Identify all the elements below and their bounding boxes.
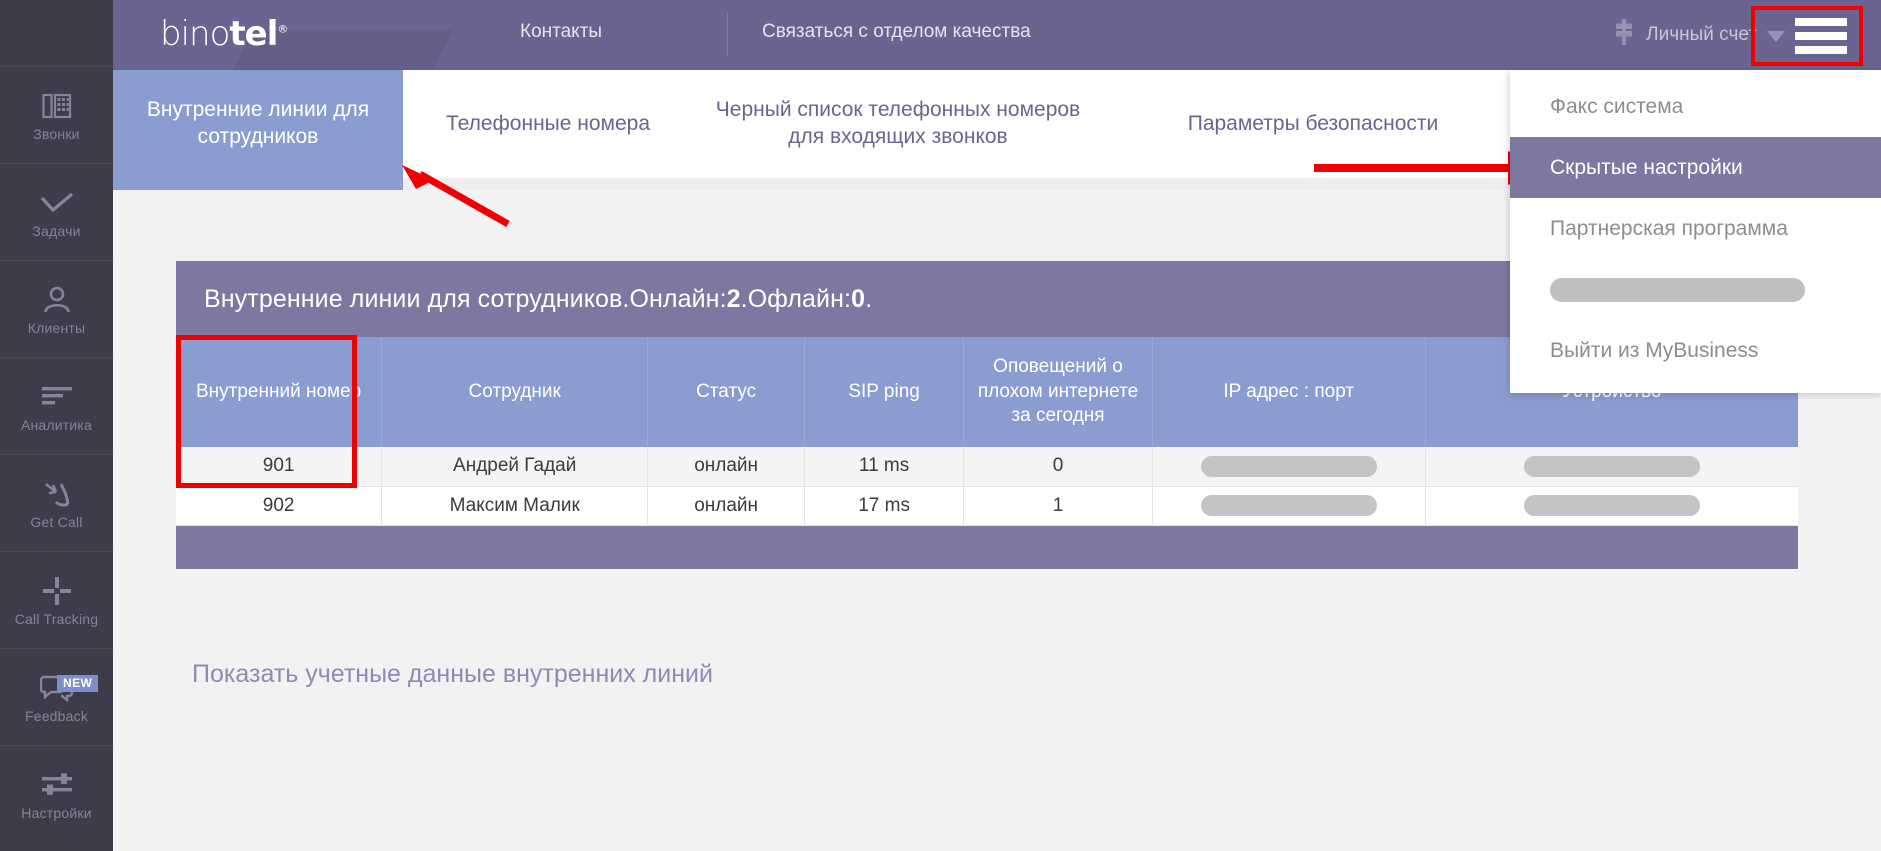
sliders-icon bbox=[41, 768, 73, 802]
personal-account-button[interactable]: Личный счет bbox=[1613, 19, 1757, 50]
crosshair-icon bbox=[42, 574, 72, 608]
panel-footer-bar bbox=[176, 525, 1798, 569]
sidebar-item-label: Задачи bbox=[32, 223, 81, 239]
app-root: Звонки Задачи Клиенты Аналитика Get Call… bbox=[0, 0, 1881, 851]
header-divider bbox=[727, 13, 728, 55]
cell-device bbox=[1425, 447, 1798, 487]
personal-account-label: Личный счет bbox=[1646, 23, 1757, 45]
tab-internal-lines[interactable]: Внутренние линии для сотрудников bbox=[113, 70, 403, 178]
cell-employee: Андрей Гадай bbox=[381, 447, 649, 487]
redacted-pill bbox=[1200, 455, 1377, 477]
dollar-icon bbox=[1613, 19, 1635, 50]
cell-device bbox=[1425, 486, 1798, 526]
offline-count: 0 bbox=[851, 284, 866, 313]
sidebar-item-tasks[interactable]: Задачи bbox=[0, 163, 113, 260]
cell-sip-ping: 17 ms bbox=[804, 486, 965, 526]
sidebar-item-calls[interactable]: Звонки bbox=[0, 66, 113, 163]
header-link-quality[interactable]: Связаться с отделом качества bbox=[762, 21, 1031, 43]
sidebar: Звонки Задачи Клиенты Аналитика Get Call… bbox=[0, 0, 113, 851]
sidebar-item-analytics[interactable]: Аналитика bbox=[0, 357, 113, 454]
sidebar-item-label: Get Call bbox=[30, 514, 83, 530]
dropdown-item-hidden-settings[interactable]: Скрытые настройки bbox=[1510, 137, 1881, 198]
cell-ip-port bbox=[1152, 447, 1426, 487]
sidebar-item-label: Настройки bbox=[21, 805, 92, 821]
sidebar-item-get-call[interactable]: Get Call bbox=[0, 454, 113, 551]
redacted-pill bbox=[1200, 494, 1377, 516]
table-row[interactable]: 901 Андрей Гадай онлайн 11 ms 0 bbox=[176, 447, 1798, 487]
cell-status: онлайн bbox=[647, 486, 806, 526]
sidebar-top-spacer bbox=[0, 0, 113, 66]
online-dot: . bbox=[740, 284, 748, 313]
header-dropdown-menu[interactable]: Факс система Скрытые настройки Партнерск… bbox=[1510, 70, 1881, 393]
sidebar-item-label: Call Tracking bbox=[14, 611, 99, 627]
column-header-ip-port[interactable]: IP адрес : порт bbox=[1152, 337, 1426, 447]
sidebar-item-label: Feedback bbox=[24, 708, 89, 724]
top-header: binotel® Контакты Связаться с отделом ка… bbox=[113, 0, 1881, 70]
hamburger-menu-icon bbox=[1795, 18, 1847, 54]
header-link-contacts[interactable]: Контакты bbox=[520, 21, 602, 43]
cell-ip-port bbox=[1152, 486, 1426, 526]
incoming-call-icon bbox=[42, 477, 72, 511]
cell-alerts: 1 bbox=[963, 486, 1153, 526]
cell-extension: 901 bbox=[176, 447, 383, 487]
cell-extension: 902 bbox=[176, 486, 383, 526]
sidebar-item-label: Клиенты bbox=[27, 320, 86, 336]
offline-dot: . bbox=[865, 284, 873, 313]
redacted-pill bbox=[1550, 277, 1805, 302]
dropdown-item-fax[interactable]: Факс система bbox=[1510, 76, 1881, 137]
phone-keypad-icon bbox=[41, 89, 72, 123]
cell-status: онлайн bbox=[647, 447, 806, 487]
column-header-status[interactable]: Статус bbox=[647, 337, 806, 447]
column-header-employee[interactable]: Сотрудник bbox=[381, 337, 649, 447]
sidebar-item-label: Звонки bbox=[33, 126, 80, 142]
offline-label: Офлайн: bbox=[747, 284, 852, 313]
column-header-alerts[interactable]: Оповещений о плохом интернете за сегодня bbox=[963, 337, 1153, 447]
check-icon bbox=[40, 186, 74, 220]
tab-active-indicator bbox=[113, 178, 403, 190]
person-icon bbox=[43, 283, 71, 317]
sidebar-item-clients[interactable]: Клиенты bbox=[0, 260, 113, 357]
dropdown-item-logout[interactable]: Выйти из MyBusiness bbox=[1510, 320, 1881, 381]
dropdown-item-redacted[interactable] bbox=[1510, 259, 1881, 320]
hamburger-menu-button[interactable] bbox=[1751, 6, 1863, 66]
sidebar-item-settings[interactable]: Настройки bbox=[0, 745, 113, 842]
sidebar-item-feedback[interactable]: NEW Feedback bbox=[0, 648, 113, 745]
tab-security-params[interactable]: Параметры безопасности bbox=[1113, 70, 1513, 178]
new-badge: NEW bbox=[57, 675, 99, 692]
tab-phone-numbers[interactable]: Телефонные номера bbox=[403, 70, 693, 178]
column-header-sip-ping[interactable]: SIP ping bbox=[804, 337, 965, 447]
sidebar-item-label: Аналитика bbox=[20, 417, 93, 433]
dropdown-item-partner-program[interactable]: Партнерская программа bbox=[1510, 198, 1881, 259]
cell-alerts: 0 bbox=[963, 447, 1153, 487]
table-row[interactable]: 902 Максим Малик онлайн 17 ms 1 bbox=[176, 486, 1798, 526]
redacted-pill bbox=[1523, 494, 1700, 516]
tab-blacklist[interactable]: Черный список телефонных номеров для вхо… bbox=[693, 70, 1103, 178]
caret-down-icon bbox=[1767, 30, 1785, 42]
show-credentials-link[interactable]: Показать учетные данные внутренних линий bbox=[192, 660, 713, 689]
bars-icon bbox=[41, 380, 73, 414]
column-header-extension[interactable]: Внутренний номер bbox=[176, 337, 383, 447]
online-label: Онлайн: bbox=[629, 284, 727, 313]
panel-title-text: Внутренние линии для сотрудников. bbox=[204, 284, 630, 313]
cell-employee: Максим Малик bbox=[381, 486, 649, 526]
online-count: 2 bbox=[726, 284, 741, 313]
redacted-pill bbox=[1523, 455, 1700, 477]
cell-sip-ping: 11 ms bbox=[804, 447, 965, 487]
brand-logo[interactable]: binotel® bbox=[160, 14, 288, 54]
sidebar-item-call-tracking[interactable]: Call Tracking bbox=[0, 551, 113, 648]
